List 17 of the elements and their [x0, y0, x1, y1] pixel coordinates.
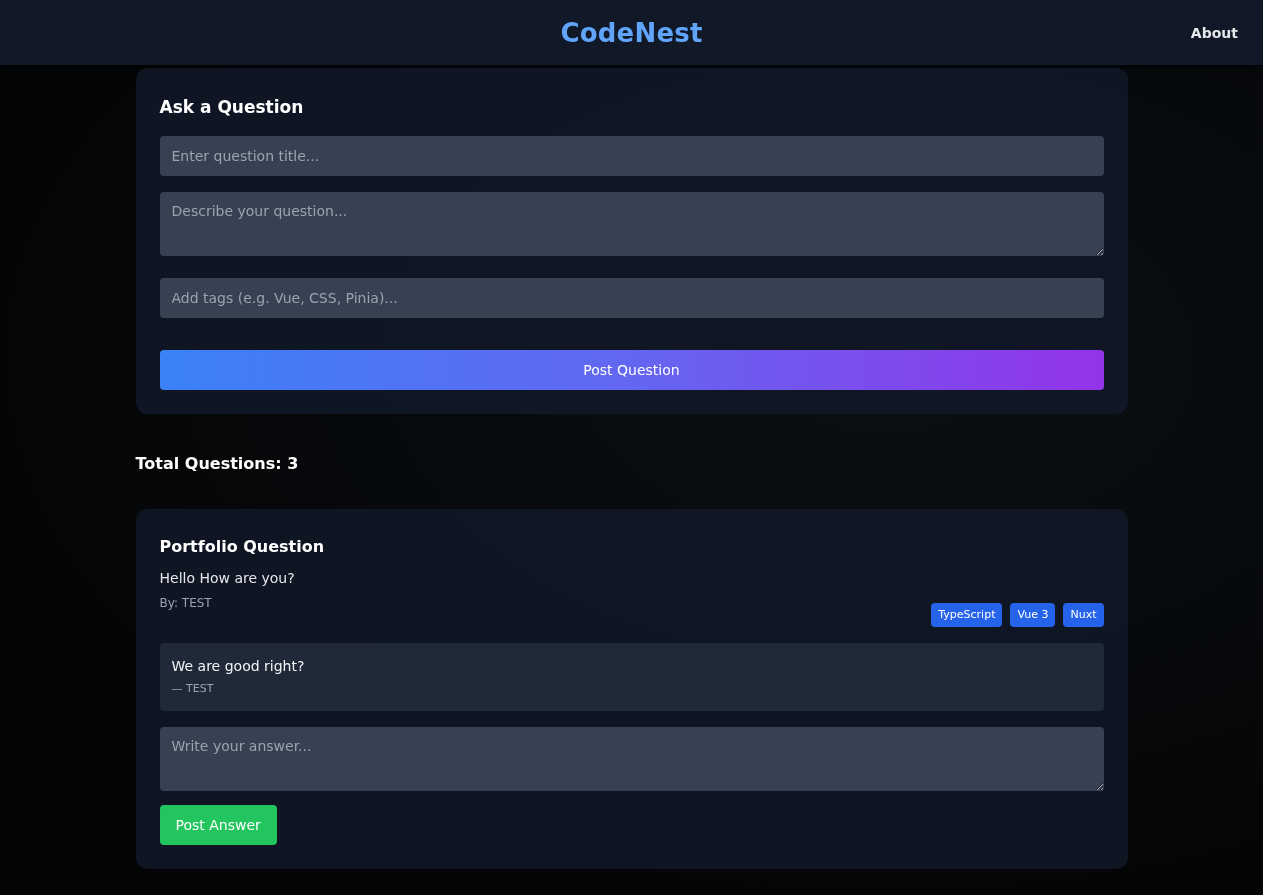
tag-chip: Nuxt — [1063, 603, 1104, 627]
title-input[interactable]: Enter question title... — [159, 136, 1104, 176]
site-logo[interactable]: CodeNest — [560, 17, 703, 48]
tags-input[interactable]: Add tags (e.g. Vue, CSS, Pinia)... — [159, 278, 1104, 318]
question-text: Hello How are you? — [159, 569, 296, 588]
answer-text: We are good right? — [171, 657, 306, 676]
form-title: Ask a Question — [159, 96, 305, 119]
post-question-button[interactable]: Post Question — [159, 350, 1104, 390]
answer-author: — TEST — [171, 681, 215, 697]
tag-chip: Vue 3 — [1010, 603, 1056, 627]
nav-link[interactable]: About — [1190, 24, 1238, 41]
question-title: Portfolio Question — [159, 536, 326, 558]
tag-chip: TypeScript — [931, 603, 1003, 627]
author-label: By: TEST — [159, 595, 212, 612]
question-count: Total Questions: 3 — [135, 453, 300, 475]
answer-textarea[interactable]: Write your answer... — [159, 727, 1104, 791]
description-textarea[interactable]: Describe your question... — [159, 192, 1104, 256]
